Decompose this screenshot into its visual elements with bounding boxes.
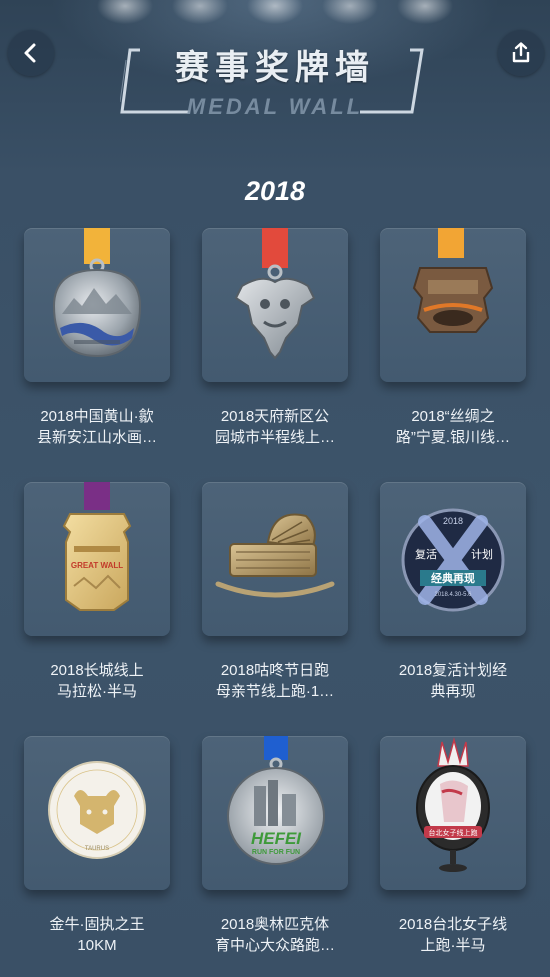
taurus-text: TAURUS xyxy=(85,846,109,852)
resurrection-medal-icon: 2018 复活 计划 经典再现 2018.4.30-5.6 xyxy=(401,508,505,612)
chevron-left-icon xyxy=(24,43,36,63)
greatwall-text: GREAT WALL xyxy=(71,561,123,570)
medal-caption: 2018奥林匹克体 育中心大众路跑… xyxy=(190,914,360,956)
ribbon xyxy=(438,228,464,258)
year-heading: 2018 xyxy=(244,176,306,206)
medal-caption: 2018中国黄山·歙 县新安江山水画… xyxy=(12,406,182,448)
huangshan-medal-icon xyxy=(52,228,142,358)
caption-line: 育中心大众路跑… xyxy=(214,937,335,954)
caption-line: 2018“丝绸之 xyxy=(411,408,495,425)
caption-line: 2018奥林匹克体 xyxy=(220,916,330,933)
taurus-medal-icon: TAURUS xyxy=(48,761,146,859)
caption-line: 2018复活计划经 xyxy=(398,662,508,679)
medal-caption: 2018台北女子线 上跑·半马 xyxy=(368,914,538,956)
caption-line: 县新安江山水画… xyxy=(36,429,157,446)
resurrection-banner: 经典再现 xyxy=(431,571,475,585)
resurrection-date: 2018.4.30-5.6 xyxy=(434,592,472,598)
great-wall-medal-icon: GREAT WALL xyxy=(62,482,132,611)
taipei-banner: 台北女子线上跑 xyxy=(429,828,478,837)
medal-card-taipei[interactable]: 台北女子线上跑 xyxy=(380,736,526,890)
ribbon xyxy=(264,736,288,760)
medal-card-huangshan[interactable] xyxy=(24,228,170,382)
title-chinese: 赛事奖牌墙 xyxy=(175,49,375,87)
medal-card-taurus[interactable]: TAURUS xyxy=(24,736,170,890)
medal-caption: 2018复活计划经 典再现 xyxy=(368,660,538,702)
silk-road-medal-icon xyxy=(412,228,494,333)
caption-line: 上跑·半马 xyxy=(420,937,486,954)
hefei-text: HEFEI xyxy=(251,829,302,848)
caption-line: 金牛·固执之王 xyxy=(49,916,145,933)
caption-line: 马拉松·半马 xyxy=(57,683,137,700)
medal-card-codoon-mother[interactable] xyxy=(202,482,348,636)
caption-line: 2018中国黄山·歙 xyxy=(40,408,154,425)
medal-caption: 2018天府新区公 园城市半程线上… xyxy=(190,406,360,448)
medal-caption: 金牛·固执之王 10KM xyxy=(12,914,182,956)
share-icon xyxy=(512,42,530,63)
ribbon xyxy=(262,228,288,268)
run-for-fun-text: RUN FOR FUN xyxy=(252,849,300,856)
resurrection-left-text: 复活 xyxy=(415,547,437,561)
caption-line: 2018咕咚节日跑 xyxy=(220,662,330,679)
caption-line: 园城市半程线上… xyxy=(214,429,335,446)
share-button[interactable] xyxy=(498,30,544,76)
resurrection-right-text: 计划 xyxy=(471,548,493,561)
medal-caption: 2018长城线上 马拉松·半马 xyxy=(12,660,182,702)
caption-line: 10KM xyxy=(77,937,117,954)
medal-caption: 2018咕咚节日跑 母亲节线上跑·1… xyxy=(190,660,360,702)
caption-line: 2018台北女子线 xyxy=(398,916,508,933)
title-english: MEDAL WALL xyxy=(186,94,364,119)
caption-line: 2018长城线上 xyxy=(50,662,144,679)
caption-line: 2018天府新区公 xyxy=(220,408,330,425)
hefei-medal-icon: HEFEI RUN FOR FUN xyxy=(227,736,325,865)
caption-line: 母亲节线上跑·1… xyxy=(215,683,335,700)
medal-card-resurrection[interactable]: 2018 复活 计划 经典再现 2018.4.30-5.6 xyxy=(380,482,526,636)
medal-caption: 2018“丝绸之 路”宁夏.银川线… xyxy=(368,406,538,448)
resurrection-year: 2018 xyxy=(443,516,463,526)
back-button[interactable] xyxy=(8,30,54,76)
taipei-medal-icon: 台北女子线上跑 xyxy=(416,737,490,872)
tianfu-medal-icon xyxy=(234,228,316,360)
medal-card-silk-road[interactable] xyxy=(380,228,526,382)
ribbon xyxy=(84,482,110,510)
page-title: 赛事奖牌墙 MEDAL WALL xyxy=(120,36,430,120)
cradle-medal-icon xyxy=(215,513,335,598)
medal-card-hefei[interactable]: HEFEI RUN FOR FUN xyxy=(202,736,348,890)
caption-line: 路”宁夏.银川线… xyxy=(395,429,511,446)
caption-line: 典再现 xyxy=(430,683,476,700)
medal-card-great-wall[interactable]: GREAT WALL xyxy=(24,482,170,636)
medal-card-tianfu[interactable] xyxy=(202,228,348,382)
